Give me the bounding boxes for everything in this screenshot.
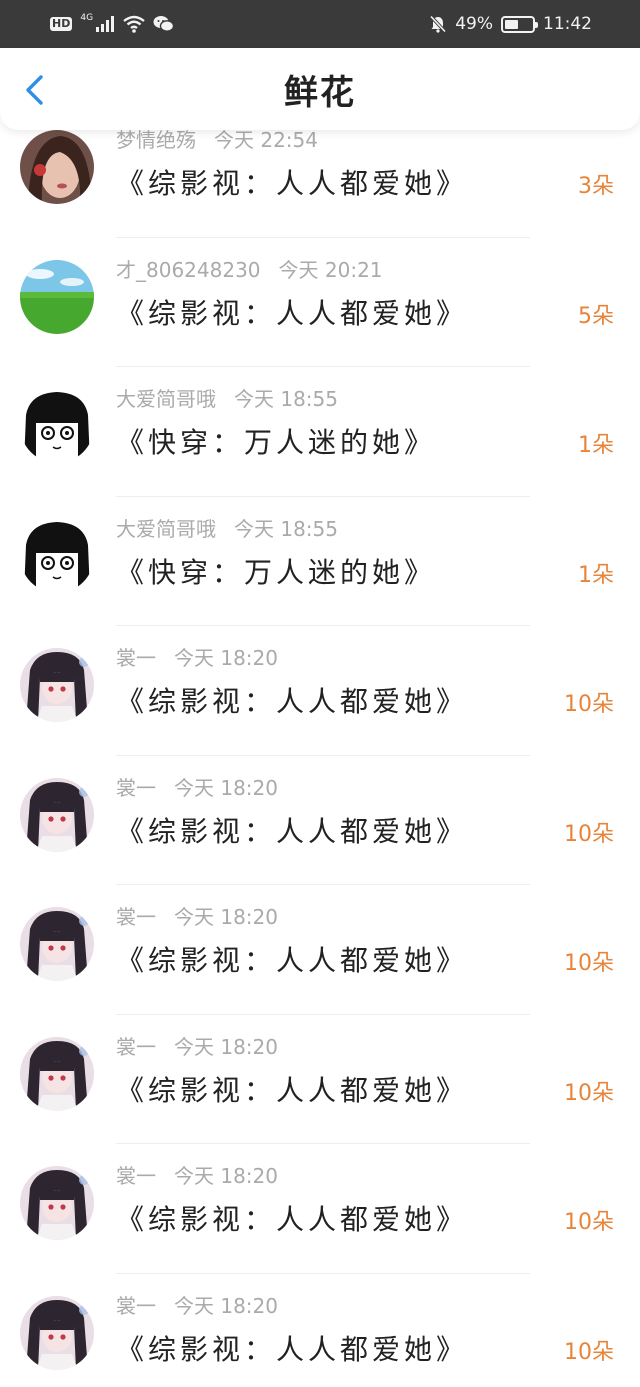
book-title[interactable]: 《综影视：人人都爱她》 — [116, 1069, 468, 1109]
wechat-icon — [153, 16, 175, 32]
avatar[interactable] — [20, 259, 94, 334]
flower-gift-list: 梦情绝殇 今天 22:54 《综影视：人人都爱她》 3朵 才_806248230 今… — [0, 108, 640, 1387]
book-title[interactable]: 《快穿：万人迷的她》 — [116, 551, 436, 591]
avatar[interactable] — [20, 907, 94, 981]
username[interactable]: 才_806248230 — [116, 258, 261, 282]
flower-amount: 10朵 — [564, 951, 614, 976]
timestamp: 今天 18:20 — [174, 1164, 278, 1188]
username[interactable]: 梦情绝殇 — [116, 128, 196, 152]
list-item[interactable]: 才_806248230 今天 20:21 《综影视：人人都爱她》 5朵 — [0, 238, 640, 367]
list-item[interactable]: 裳一 今天 18:20 《综影视：人人都爱她》 10朵 — [0, 1144, 640, 1274]
status-right: 49% 11:42 — [429, 14, 592, 34]
list-item[interactable]: 裳一 今天 18:20 《综影视：人人都爱她》 10朵 — [0, 1015, 640, 1144]
flower-amount: 5朵 — [578, 303, 614, 329]
timestamp: 今天 18:55 — [234, 387, 338, 411]
avatar[interactable] — [20, 389, 94, 463]
avatar[interactable] — [20, 777, 94, 852]
username[interactable]: 裳一 — [116, 1164, 156, 1188]
list-item[interactable]: 裳一 今天 18:20 《综影视：人人都爱她》 10朵 — [0, 626, 640, 756]
page-title: 鲜花 — [284, 72, 356, 113]
status-bar: HD 4G 49% 11:42 — [0, 0, 640, 48]
timestamp: 今天 18:20 — [174, 775, 278, 800]
avatar[interactable] — [20, 648, 94, 722]
list-item[interactable]: 裳一 今天 18:20 《综影视：人人都爱她》 10朵 — [0, 756, 640, 885]
hd-badge: HD — [50, 17, 73, 31]
flower-amount: 10朵 — [564, 692, 614, 717]
timestamp: 今天 18:20 — [174, 905, 278, 929]
book-title[interactable]: 《综影视：人人都爱她》 — [116, 1328, 468, 1368]
battery-fill — [505, 19, 518, 29]
book-title[interactable]: 《综影视：人人都爱她》 — [116, 810, 468, 850]
book-title[interactable]: 《综影视：人人都爱她》 — [116, 680, 468, 720]
book-title[interactable]: 《综影视：人人都爱她》 — [116, 1198, 468, 1238]
timestamp: 今天 22:54 — [214, 128, 318, 152]
flower-amount: 1朵 — [578, 433, 614, 458]
timestamp: 今天 18:20 — [174, 1293, 278, 1318]
avatar[interactable] — [20, 1295, 94, 1370]
avatar[interactable] — [20, 130, 94, 204]
list-item[interactable]: 大爱简哥哦 今天 18:55 《快穿：万人迷的她》 1朵 — [0, 367, 640, 497]
book-title[interactable]: 《综影视：人人都爱她》 — [116, 162, 468, 202]
flower-amount: 10朵 — [564, 1210, 614, 1235]
list-item[interactable]: 裳一 今天 18:20 《综影视：人人都爱她》 10朵 — [0, 885, 640, 1015]
status-left: HD 4G — [50, 13, 175, 33]
timestamp: 今天 18:20 — [174, 1034, 278, 1059]
network-type: 4G — [80, 13, 94, 23]
item-meta: 大爱简哥哦 今天 18:55 — [116, 513, 338, 542]
avatar[interactable] — [20, 1036, 94, 1111]
list-item[interactable]: 大爱简哥哦 今天 18:55 《快穿：万人迷的她》 1朵 — [0, 497, 640, 626]
chevron-left-icon — [26, 75, 43, 105]
item-meta: 裳一 今天 18:20 — [116, 1290, 278, 1319]
username[interactable]: 裳一 — [116, 776, 156, 800]
avatar[interactable] — [20, 518, 94, 593]
item-meta: 裳一 今天 18:20 — [116, 1031, 278, 1060]
signal-icon — [96, 16, 115, 32]
flower-amount: 10朵 — [564, 821, 614, 847]
book-title[interactable]: 《快穿：万人迷的她》 — [116, 421, 436, 461]
back-button[interactable] — [18, 74, 50, 106]
username[interactable]: 大爱简哥哦 — [116, 387, 216, 411]
book-title[interactable]: 《综影视：人人都爱她》 — [116, 292, 468, 332]
avatar[interactable] — [20, 1166, 94, 1240]
flower-amount: 10朵 — [564, 1080, 614, 1106]
timestamp: 今天 20:21 — [278, 257, 383, 282]
username[interactable]: 裳一 — [116, 646, 156, 670]
flower-amount: 10朵 — [564, 1339, 614, 1365]
flower-amount: 1朵 — [578, 562, 614, 588]
clock: 11:42 — [543, 14, 592, 34]
list-item[interactable]: 裳一 今天 18:20 《综影视：人人都爱她》 10朵 — [0, 1274, 640, 1387]
item-meta: 裳一 今天 18:20 — [116, 772, 278, 801]
username[interactable]: 裳一 — [116, 1035, 156, 1059]
username[interactable]: 裳一 — [116, 905, 156, 929]
item-meta: 大爱简哥哦 今天 18:55 — [116, 383, 338, 412]
item-meta: 才_806248230 今天 20:21 — [116, 254, 383, 283]
item-meta: 裳一 今天 18:20 — [116, 1160, 278, 1189]
timestamp: 今天 18:55 — [234, 516, 338, 541]
item-meta: 裳一 今天 18:20 — [116, 901, 278, 930]
battery-percent: 49% — [455, 14, 493, 34]
battery-icon — [501, 15, 538, 33]
header-bar: 鲜花 — [0, 48, 640, 130]
wifi-icon — [123, 15, 145, 33]
timestamp: 今天 18:20 — [174, 646, 278, 670]
item-meta: 裳一 今天 18:20 — [116, 642, 278, 671]
mute-bell-icon — [429, 15, 447, 33]
username[interactable]: 大爱简哥哦 — [116, 517, 216, 541]
book-title[interactable]: 《综影视：人人都爱她》 — [116, 939, 468, 979]
flower-amount: 3朵 — [578, 174, 614, 199]
username[interactable]: 裳一 — [116, 1294, 156, 1318]
